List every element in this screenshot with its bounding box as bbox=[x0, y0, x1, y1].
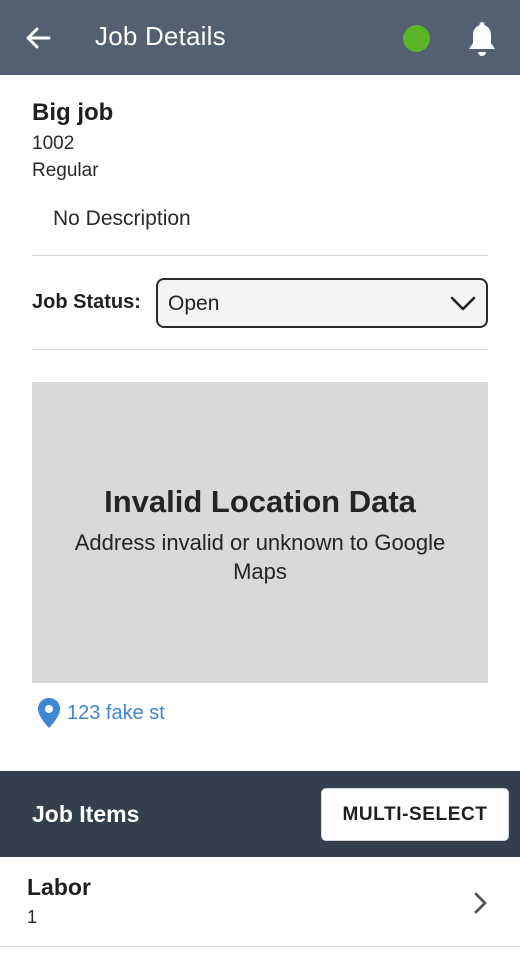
job-status-label: Job Status: bbox=[32, 291, 141, 313]
job-items-header: Job Items MULTI-SELECT bbox=[0, 771, 520, 857]
bell-icon bbox=[469, 22, 495, 56]
job-number: 1002 bbox=[32, 133, 75, 154]
multi-select-button[interactable]: MULTI-SELECT bbox=[321, 788, 509, 841]
back-button[interactable] bbox=[22, 22, 54, 54]
job-name: Big job bbox=[32, 99, 114, 126]
item-quantity: 1 bbox=[27, 907, 38, 927]
map-error-message: Address invalid or unknown to Google Map… bbox=[74, 530, 446, 584]
job-status-select[interactable]: Open bbox=[156, 278, 488, 328]
job-type: Regular bbox=[32, 160, 99, 181]
job-description: No Description bbox=[53, 207, 191, 230]
map-placeholder: Invalid Location Data Address invalid or… bbox=[32, 382, 488, 683]
page-title: Job Details bbox=[95, 21, 226, 51]
notifications-button[interactable] bbox=[464, 20, 500, 60]
list-item[interactable]: Labor 1 bbox=[0, 857, 520, 947]
connection-status-indicator bbox=[403, 25, 430, 52]
divider bbox=[0, 946, 520, 947]
chevron-right-icon bbox=[474, 892, 487, 914]
arrow-left-icon bbox=[26, 27, 51, 49]
chevron-down-icon bbox=[450, 296, 476, 311]
divider bbox=[32, 349, 488, 350]
divider bbox=[32, 255, 488, 256]
app-bar: Job Details bbox=[0, 0, 520, 75]
job-status-value: Open bbox=[168, 292, 220, 315]
map-error-title: Invalid Location Data bbox=[104, 484, 416, 519]
address-link[interactable]: 123 fake st bbox=[36, 697, 165, 729]
job-items-title: Job Items bbox=[32, 801, 140, 827]
item-name: Labor bbox=[27, 874, 91, 900]
address-text: 123 fake st bbox=[67, 701, 165, 724]
map-pin-icon bbox=[38, 698, 60, 728]
